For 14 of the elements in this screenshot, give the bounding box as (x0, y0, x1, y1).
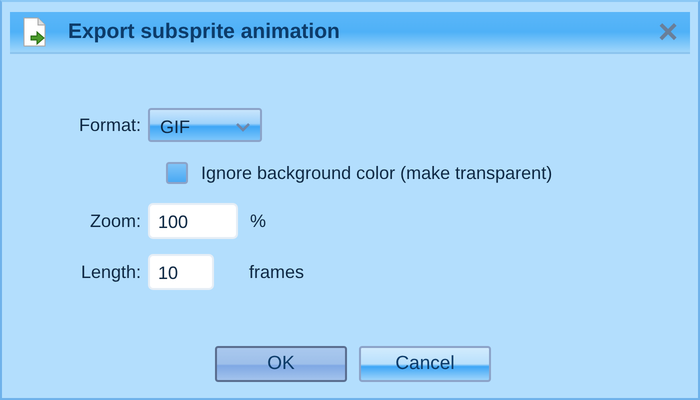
checkbox[interactable] (166, 162, 188, 184)
frames-unit: frames (249, 262, 304, 282)
export-file-icon (22, 17, 48, 47)
percent-unit: % (250, 210, 266, 232)
length-label: Length: (80, 262, 142, 282)
zoom-field[interactable]: 100 (148, 203, 238, 239)
length-field[interactable]: 10 (148, 254, 214, 290)
ok-button[interactable]: OK (215, 346, 347, 382)
format-dropdown[interactable]: GIF (148, 108, 262, 142)
zoom-label: Zoom: (88, 210, 142, 232)
format-label: Format: (78, 114, 142, 136)
chevron-down-icon (236, 122, 250, 132)
checkbox-label: Ignore background color (make transparent) (201, 162, 552, 184)
window-title: Export subsprite animation (68, 20, 341, 44)
